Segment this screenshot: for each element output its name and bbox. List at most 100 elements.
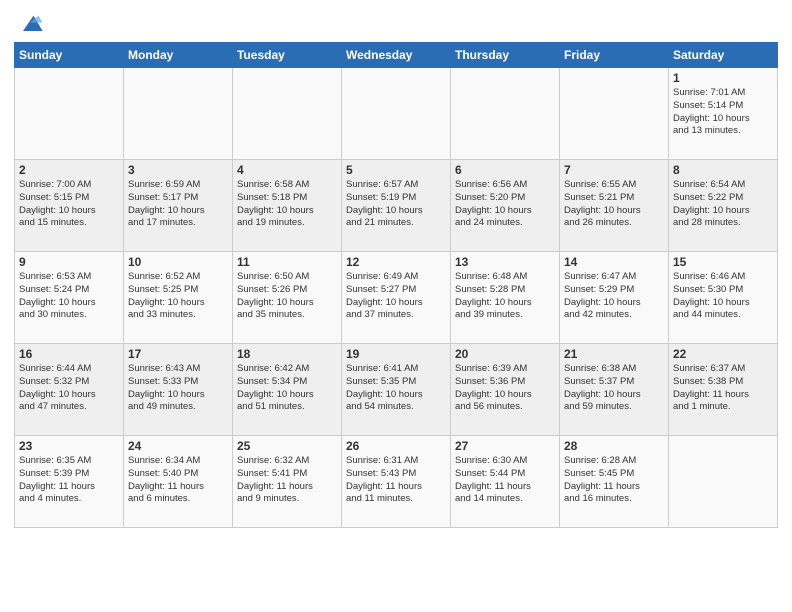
day-number: 25	[237, 439, 337, 453]
day-cell: 19 Sunrise: 6:41 AM Sunset: 5:35 PM Dayli…	[342, 344, 451, 436]
day-cell	[669, 436, 778, 528]
day-info: Sunrise: 6:47 AM Sunset: 5:29 PM Dayligh…	[564, 271, 664, 322]
day-cell	[560, 68, 669, 160]
day-number: 21	[564, 347, 664, 361]
day-cell: 3 Sunrise: 6:59 AM Sunset: 5:17 PM Daylig…	[124, 160, 233, 252]
day-cell: 4 Sunrise: 6:58 AM Sunset: 5:18 PM Daylig…	[233, 160, 342, 252]
day-cell	[124, 68, 233, 160]
day-info: Sunrise: 6:30 AM Sunset: 5:44 PM Dayligh…	[455, 455, 555, 506]
day-number: 19	[346, 347, 446, 361]
day-info: Sunrise: 6:37 AM Sunset: 5:38 PM Dayligh…	[673, 363, 773, 414]
day-info: Sunrise: 6:32 AM Sunset: 5:41 PM Dayligh…	[237, 455, 337, 506]
week-row-5: 23Sunrise: 6:35 AM Sunset: 5:39 PM Dayli…	[15, 436, 778, 528]
day-cell: 23Sunrise: 6:35 AM Sunset: 5:39 PM Dayli…	[15, 436, 124, 528]
day-info: Sunrise: 6:53 AM Sunset: 5:24 PM Dayligh…	[19, 271, 119, 322]
day-cell: 22 Sunrise: 6:37 AM Sunset: 5:38 PM Dayli…	[669, 344, 778, 436]
day-number: 1	[673, 71, 773, 85]
logo-icon	[16, 10, 44, 38]
day-number: 22	[673, 347, 773, 361]
weekday-wednesday: Wednesday	[342, 43, 451, 68]
day-info: Sunrise: 6:59 AM Sunset: 5:17 PM Dayligh…	[128, 179, 228, 230]
weekday-header-row: SundayMondayTuesdayWednesdayThursdayFrid…	[15, 43, 778, 68]
weekday-saturday: Saturday	[669, 43, 778, 68]
day-cell: 20Sunrise: 6:39 AM Sunset: 5:36 PM Dayli…	[451, 344, 560, 436]
day-info: Sunrise: 6:49 AM Sunset: 5:27 PM Dayligh…	[346, 271, 446, 322]
day-number: 28	[564, 439, 664, 453]
day-number: 24	[128, 439, 228, 453]
day-number: 27	[455, 439, 555, 453]
day-number: 8	[673, 163, 773, 177]
day-number: 16	[19, 347, 119, 361]
day-info: Sunrise: 6:41 AM Sunset: 5:35 PM Dayligh…	[346, 363, 446, 414]
day-number: 17	[128, 347, 228, 361]
logo	[14, 14, 44, 34]
day-cell: 16 Sunrise: 6:44 AM Sunset: 5:32 PM Dayli…	[15, 344, 124, 436]
day-info: Sunrise: 6:48 AM Sunset: 5:28 PM Dayligh…	[455, 271, 555, 322]
week-row-3: 9Sunrise: 6:53 AM Sunset: 5:24 PM Daylig…	[15, 252, 778, 344]
day-info: Sunrise: 6:39 AM Sunset: 5:36 PM Dayligh…	[455, 363, 555, 414]
day-cell	[342, 68, 451, 160]
day-number: 18	[237, 347, 337, 361]
page: SundayMondayTuesdayWednesdayThursdayFrid…	[0, 0, 792, 538]
day-number: 5	[346, 163, 446, 177]
day-cell: 26 Sunrise: 6:31 AM Sunset: 5:43 PM Dayli…	[342, 436, 451, 528]
day-number: 26	[346, 439, 446, 453]
day-info: Sunrise: 6:52 AM Sunset: 5:25 PM Dayligh…	[128, 271, 228, 322]
calendar-table: SundayMondayTuesdayWednesdayThursdayFrid…	[14, 42, 778, 528]
weekday-tuesday: Tuesday	[233, 43, 342, 68]
day-cell: 21 Sunrise: 6:38 AM Sunset: 5:37 PM Dayli…	[560, 344, 669, 436]
day-cell: 28 Sunrise: 6:28 AM Sunset: 5:45 PM Dayli…	[560, 436, 669, 528]
day-number: 7	[564, 163, 664, 177]
day-number: 2	[19, 163, 119, 177]
day-cell: 17 Sunrise: 6:43 AM Sunset: 5:33 PM Dayli…	[124, 344, 233, 436]
day-number: 14	[564, 255, 664, 269]
day-info: Sunrise: 6:42 AM Sunset: 5:34 PM Dayligh…	[237, 363, 337, 414]
day-cell: 27 Sunrise: 6:30 AM Sunset: 5:44 PM Dayli…	[451, 436, 560, 528]
day-cell: 10Sunrise: 6:52 AM Sunset: 5:25 PM Dayli…	[124, 252, 233, 344]
day-number: 11	[237, 255, 337, 269]
day-cell: 12 Sunrise: 6:49 AM Sunset: 5:27 PM Dayli…	[342, 252, 451, 344]
week-row-2: 2 Sunrise: 7:00 AM Sunset: 5:15 PM Daylig…	[15, 160, 778, 252]
weekday-friday: Friday	[560, 43, 669, 68]
day-info: Sunrise: 6:50 AM Sunset: 5:26 PM Dayligh…	[237, 271, 337, 322]
day-info: Sunrise: 6:34 AM Sunset: 5:40 PM Dayligh…	[128, 455, 228, 506]
day-cell: 8Sunrise: 6:54 AM Sunset: 5:22 PM Daylig…	[669, 160, 778, 252]
day-cell	[451, 68, 560, 160]
day-cell	[233, 68, 342, 160]
day-info: Sunrise: 7:00 AM Sunset: 5:15 PM Dayligh…	[19, 179, 119, 230]
day-cell: 18 Sunrise: 6:42 AM Sunset: 5:34 PM Dayli…	[233, 344, 342, 436]
day-cell	[15, 68, 124, 160]
day-info: Sunrise: 6:43 AM Sunset: 5:33 PM Dayligh…	[128, 363, 228, 414]
day-number: 13	[455, 255, 555, 269]
day-number: 23	[19, 439, 119, 453]
day-info: Sunrise: 6:57 AM Sunset: 5:19 PM Dayligh…	[346, 179, 446, 230]
weekday-monday: Monday	[124, 43, 233, 68]
day-info: Sunrise: 6:31 AM Sunset: 5:43 PM Dayligh…	[346, 455, 446, 506]
week-row-1: 1 Sunrise: 7:01 AM Sunset: 5:14 PM Daylig…	[15, 68, 778, 160]
day-number: 6	[455, 163, 555, 177]
week-row-4: 16 Sunrise: 6:44 AM Sunset: 5:32 PM Dayli…	[15, 344, 778, 436]
day-cell: 11 Sunrise: 6:50 AM Sunset: 5:26 PM Dayli…	[233, 252, 342, 344]
day-cell: 14 Sunrise: 6:47 AM Sunset: 5:29 PM Dayli…	[560, 252, 669, 344]
day-info: Sunrise: 6:46 AM Sunset: 5:30 PM Dayligh…	[673, 271, 773, 322]
day-number: 3	[128, 163, 228, 177]
day-info: Sunrise: 7:01 AM Sunset: 5:14 PM Dayligh…	[673, 87, 773, 138]
day-cell: 9Sunrise: 6:53 AM Sunset: 5:24 PM Daylig…	[15, 252, 124, 344]
day-cell: 6Sunrise: 6:56 AM Sunset: 5:20 PM Daylig…	[451, 160, 560, 252]
day-cell: 5 Sunrise: 6:57 AM Sunset: 5:19 PM Daylig…	[342, 160, 451, 252]
day-number: 4	[237, 163, 337, 177]
day-info: Sunrise: 6:38 AM Sunset: 5:37 PM Dayligh…	[564, 363, 664, 414]
day-info: Sunrise: 6:44 AM Sunset: 5:32 PM Dayligh…	[19, 363, 119, 414]
day-cell: 13 Sunrise: 6:48 AM Sunset: 5:28 PM Dayli…	[451, 252, 560, 344]
weekday-thursday: Thursday	[451, 43, 560, 68]
day-number: 12	[346, 255, 446, 269]
day-cell: 24 Sunrise: 6:34 AM Sunset: 5:40 PM Dayli…	[124, 436, 233, 528]
day-cell: 15 Sunrise: 6:46 AM Sunset: 5:30 PM Dayli…	[669, 252, 778, 344]
day-info: Sunrise: 6:55 AM Sunset: 5:21 PM Dayligh…	[564, 179, 664, 230]
day-info: Sunrise: 6:58 AM Sunset: 5:18 PM Dayligh…	[237, 179, 337, 230]
day-cell: 2 Sunrise: 7:00 AM Sunset: 5:15 PM Daylig…	[15, 160, 124, 252]
day-cell: 25 Sunrise: 6:32 AM Sunset: 5:41 PM Dayli…	[233, 436, 342, 528]
day-cell: 1 Sunrise: 7:01 AM Sunset: 5:14 PM Daylig…	[669, 68, 778, 160]
day-info: Sunrise: 6:28 AM Sunset: 5:45 PM Dayligh…	[564, 455, 664, 506]
day-number: 15	[673, 255, 773, 269]
